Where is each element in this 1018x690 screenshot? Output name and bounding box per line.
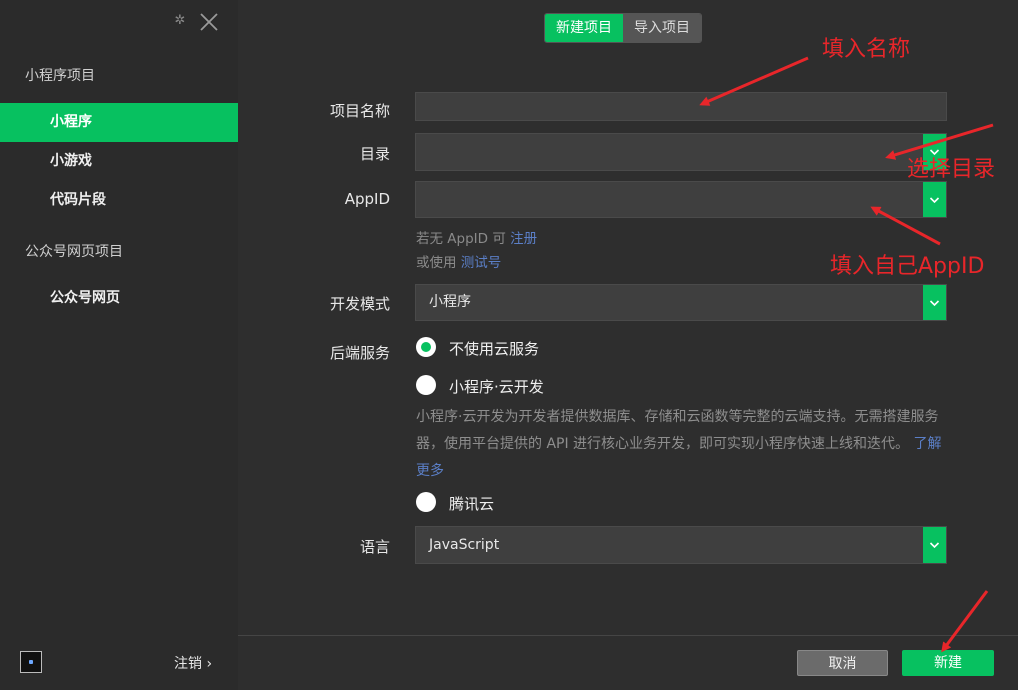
annotation-fill-name: 填入名称 <box>822 37 911 62</box>
dev-mode-label: 开发模式 <box>329 295 390 313</box>
backend-label: 后端服务 <box>329 344 390 362</box>
settings-icon[interactable]: ✲ <box>173 14 187 28</box>
project-tabs: 新建项目 导入项目 <box>544 13 702 43</box>
project-name-input[interactable] <box>415 92 947 121</box>
cloud-description: 小程序·云开发为开发者提供数据库、存储和云函数等完整的云端支持。无需搭建服务器，… <box>416 404 951 485</box>
sidebar-item-official-web[interactable]: 公众号网页 <box>0 279 238 318</box>
sidebar-item-miniprogram[interactable]: 小程序 <box>0 103 238 142</box>
directory-input[interactable] <box>415 133 947 171</box>
radio-no-cloud-label[interactable]: 不使用云服务 <box>449 338 539 359</box>
annotation-select-dir: 选择目录 <box>907 157 996 182</box>
footer-bar: 取消 新建 <box>238 635 1018 690</box>
section-miniprogram-title: 小程序项目 <box>25 68 95 84</box>
chevron-down-icon <box>929 299 940 306</box>
language-label: 语言 <box>359 538 390 556</box>
sidebar-item-code-snippet[interactable]: 代码片段 <box>0 181 238 220</box>
chevron-down-icon <box>929 196 940 203</box>
appid-register-hint: 若无 AppID 可 注册 <box>416 227 537 247</box>
cancel-button[interactable]: 取消 <box>797 650 888 676</box>
annotation-fill-appid: 填入自己AppID <box>830 254 985 279</box>
appid-hint-text: 若无 AppID 可 <box>416 231 506 247</box>
dev-mode-value: 小程序 <box>429 294 471 310</box>
language-select[interactable]: JavaScript <box>415 526 947 564</box>
chevron-down-icon <box>929 542 940 549</box>
radio-cloud-dev[interactable] <box>416 375 436 395</box>
register-link[interactable]: 注册 <box>510 231 537 247</box>
dev-mode-select[interactable]: 小程序 <box>415 284 947 321</box>
close-icon[interactable] <box>198 11 220 33</box>
appid-dropdown-button[interactable] <box>923 182 946 217</box>
test-account-link[interactable]: 测试号 <box>461 255 502 271</box>
cloud-description-text: 小程序·云开发为开发者提供数据库、存储和云函数等完整的云端支持。无需搭建服务器，… <box>416 409 939 452</box>
directory-label: 目录 <box>359 145 390 163</box>
section-official-title: 公众号网页项目 <box>25 244 123 260</box>
project-name-label: 项目名称 <box>329 102 390 120</box>
appid-test-hint: 或使用 测试号 <box>416 251 501 271</box>
dev-mode-dropdown-button[interactable] <box>923 285 946 320</box>
avatar[interactable] <box>20 651 42 673</box>
create-button[interactable]: 新建 <box>902 650 994 676</box>
language-dropdown-button[interactable] <box>923 527 946 563</box>
radio-no-cloud[interactable] <box>416 337 436 357</box>
tab-import-project[interactable]: 导入项目 <box>623 14 701 42</box>
radio-cloud-dev-label[interactable]: 小程序·云开发 <box>449 376 544 397</box>
tab-new-project[interactable]: 新建项目 <box>545 14 623 42</box>
language-value: JavaScript <box>429 537 500 553</box>
sidebar-item-minigame[interactable]: 小游戏 <box>0 142 238 181</box>
appid-hint2-text: 或使用 <box>416 255 457 271</box>
radio-tencent-cloud[interactable] <box>416 492 436 512</box>
appid-label: AppID <box>344 190 390 208</box>
main-panel: 新建项目 导入项目 项目名称 目录 AppID 若无 AppID 可 注册 或使… <box>238 0 1018 690</box>
radio-tencent-cloud-label[interactable]: 腾讯云 <box>449 493 494 514</box>
logout-link[interactable]: 注销 › <box>174 653 212 673</box>
sidebar: ✲ 小程序项目 小程序 小游戏 代码片段 公众号网页项目 公众号网页 注销 › <box>0 0 238 690</box>
appid-input[interactable] <box>415 181 947 218</box>
